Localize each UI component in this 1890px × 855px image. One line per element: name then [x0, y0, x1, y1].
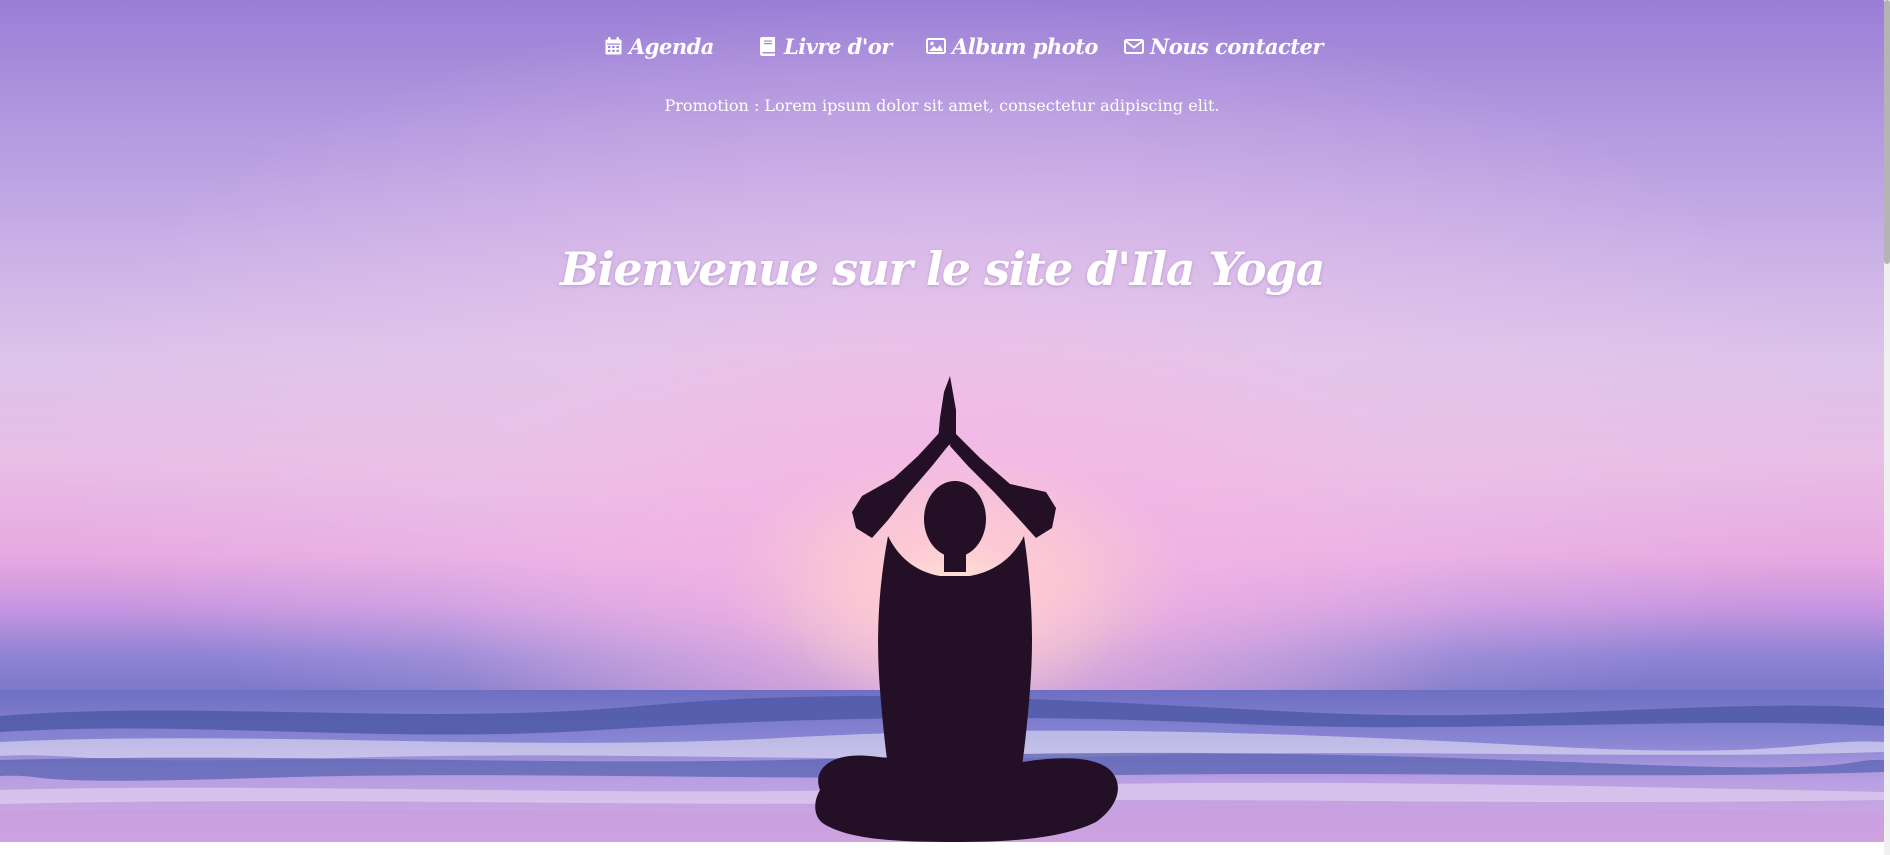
nav-link-agenda[interactable]: Agenda	[603, 28, 714, 64]
hero-background-photo	[0, 376, 1884, 842]
nav-link-album-photo[interactable]: Album photo	[926, 28, 1098, 64]
main-nav: Agenda Livre d'or Album photo Nous conta…	[0, 28, 1884, 64]
image-icon	[926, 36, 946, 56]
hero-section: Agenda Livre d'or Album photo Nous conta…	[0, 0, 1884, 842]
envelope-icon	[1124, 36, 1144, 56]
nav-label-nous-contacter: Nous contacter	[1150, 33, 1323, 59]
nav-label-agenda: Agenda	[629, 33, 714, 59]
nav-label-livre-dor: Livre d'or	[784, 33, 892, 59]
promo-banner: Promotion : Lorem ipsum dolor sit amet, …	[664, 96, 1220, 115]
nav-label-album-photo: Album photo	[952, 33, 1098, 59]
book-icon	[758, 36, 778, 56]
page-title: Bienvenue sur le site d'Ila Yoga	[559, 242, 1326, 296]
nav-link-nous-contacter[interactable]: Nous contacter	[1124, 28, 1323, 64]
scrollbar-thumb[interactable]	[1884, 0, 1890, 264]
nav-link-livre-dor[interactable]: Livre d'or	[758, 28, 892, 64]
calendar-icon	[603, 36, 623, 56]
page-viewport: Agenda Livre d'or Album photo Nous conta…	[0, 0, 1884, 855]
